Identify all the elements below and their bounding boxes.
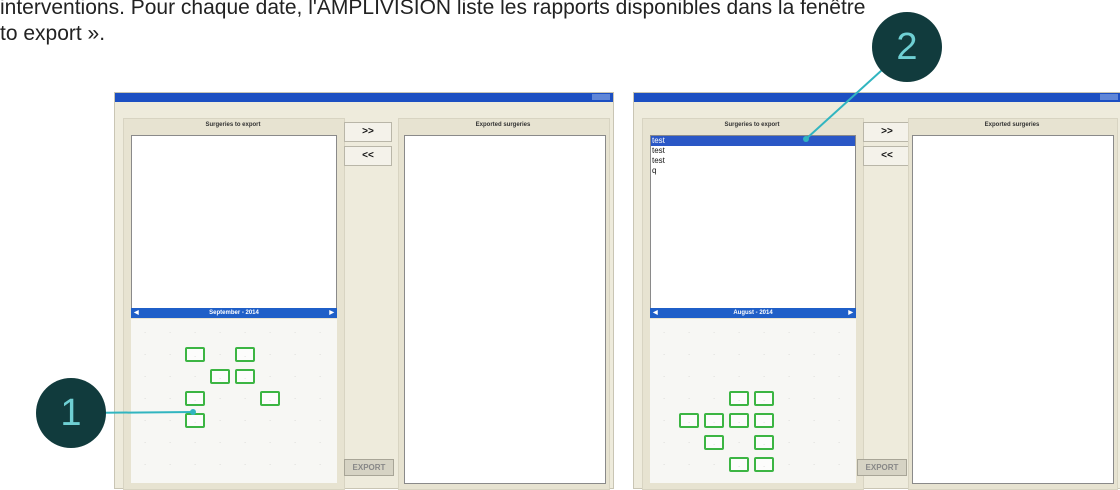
callout-connectors: [75, 69, 883, 415]
callout-2: 2: [872, 12, 942, 82]
callout-1: 1: [36, 378, 106, 448]
